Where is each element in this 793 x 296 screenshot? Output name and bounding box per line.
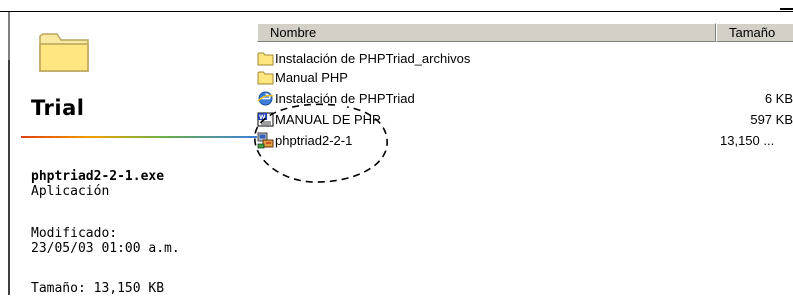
- file-name[interactable]: Instalación de PHPTriad_archivos: [275, 50, 470, 67]
- file-row[interactable]: Manual PHP: [257, 68, 793, 87]
- file-size: 597 KB: [750, 112, 793, 127]
- file-size: 13,150 ...: [720, 133, 775, 148]
- annotation-circle: [254, 103, 388, 183]
- folder-icon: [257, 52, 274, 66]
- selected-file-type: Aplicación: [31, 184, 110, 199]
- title-underline: [21, 136, 257, 138]
- file-row[interactable]: Instalación de PHPTriad_archivos: [257, 49, 793, 68]
- size-text: Tamaño: 13,150 KB: [31, 281, 165, 296]
- column-header-size[interactable]: Tamaño: [716, 23, 793, 42]
- modified-label: Modificado:: [31, 226, 118, 241]
- file-name[interactable]: Manual PHP: [275, 69, 348, 86]
- folder-title: Trial: [31, 96, 85, 120]
- folder-icon: [39, 33, 89, 72]
- modified-value: 23/05/03 01:00 a.m.: [31, 241, 180, 256]
- folder-icon: [257, 71, 274, 85]
- file-size: 6 KB: [764, 91, 793, 106]
- window-control-button[interactable]: [780, 0, 793, 10]
- column-header-name[interactable]: Nombre: [257, 23, 716, 42]
- selected-file-name: phptriad2-2-1.exe: [31, 169, 165, 184]
- explorer-window: Trial phptriad2-2-1.exe Aplicación Modif…: [0, 0, 793, 296]
